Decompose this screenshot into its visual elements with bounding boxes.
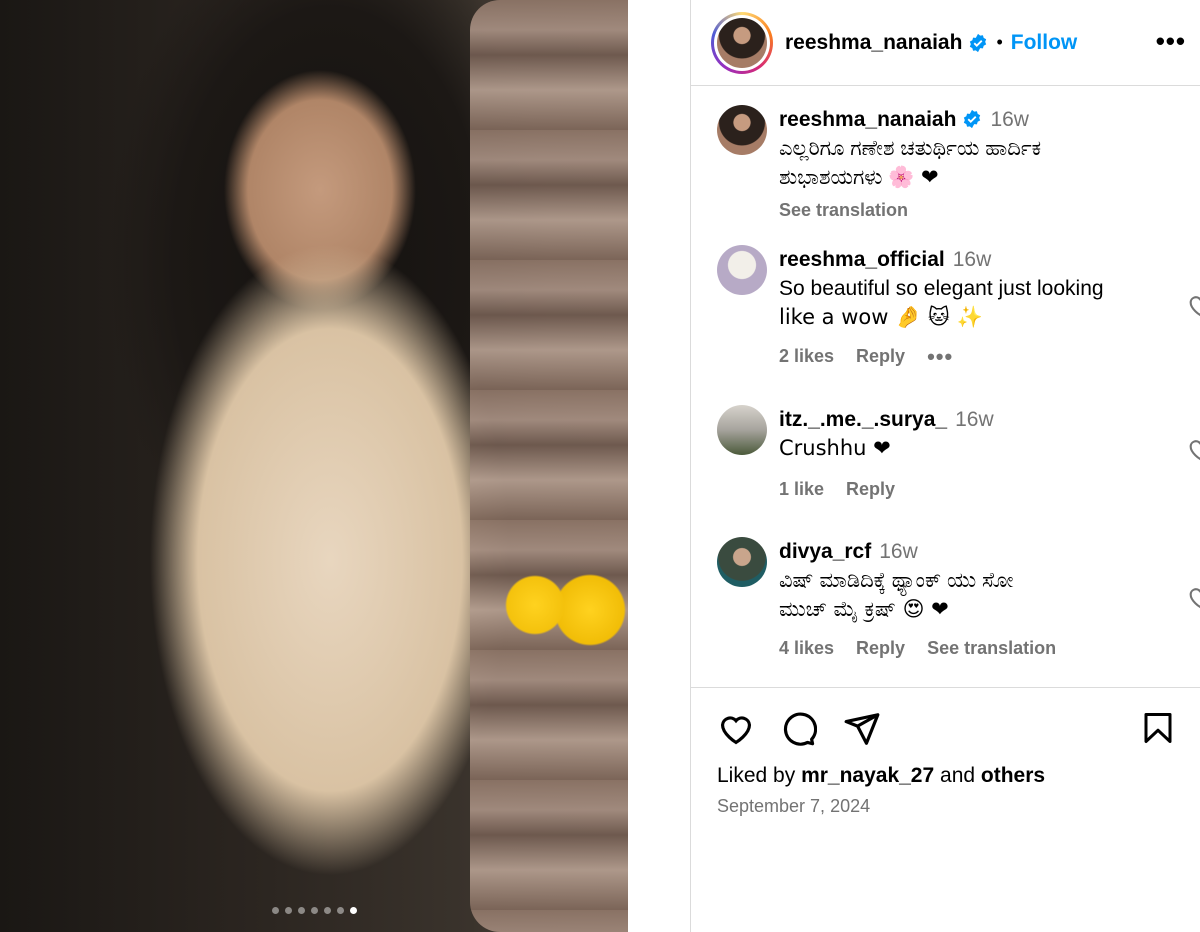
- comment-likes[interactable]: 2 likes: [779, 342, 834, 371]
- carousel-dot: [323, 907, 331, 914]
- comment-avatar[interactable]: [717, 245, 767, 295]
- caption-avatar[interactable]: [717, 105, 767, 155]
- carousel-dot: [336, 907, 344, 914]
- caption-time[interactable]: 16w: [990, 108, 1029, 131]
- liked-by-prefix: Liked by: [717, 764, 796, 787]
- carousel-dot-active: [349, 907, 357, 914]
- author-username[interactable]: reeshma_nanaiah: [785, 31, 962, 55]
- carousel-dot: [284, 907, 292, 914]
- verified-badge-icon: [964, 109, 981, 129]
- reply-button[interactable]: Reply: [856, 342, 905, 371]
- comment-text-line1: So beautiful so elegant just looking: [779, 277, 1104, 300]
- header-separator: •: [996, 32, 1003, 52]
- like-comment-heart-icon[interactable]: [1186, 291, 1200, 319]
- liked-by-and: and: [940, 764, 976, 787]
- caption-text-line2: ಶುಭಾಶಯಗಳು: [779, 166, 883, 189]
- caption-username[interactable]: reeshma_nanaiah: [779, 108, 956, 131]
- carousel-dot: [310, 907, 318, 914]
- comment-more-icon[interactable]: •••: [927, 342, 953, 371]
- comment-time[interactable]: 16w: [879, 540, 918, 563]
- post-header: reeshma_nanaiah • Follow •••: [691, 0, 1200, 86]
- post-date[interactable]: September 7, 2024: [717, 796, 870, 817]
- photo-flowers: [500, 560, 628, 670]
- liked-by-line: Liked by mr_nayak_27 and others: [717, 764, 1045, 788]
- caption-text-line1: ಎಲ್ಲರಿಗೂ ಗಣೇಶ ಚತುರ್ಥಿಯ ಹಾರ್ದಿಕ: [779, 137, 1042, 160]
- carousel-dot: [271, 907, 279, 914]
- carousel-indicator: [0, 907, 628, 914]
- reply-button[interactable]: Reply: [856, 634, 905, 663]
- post-side-panel: reeshma_nanaiah • Follow ••• reeshma_nan…: [690, 0, 1200, 932]
- comment-username[interactable]: divya_rcf: [779, 540, 871, 563]
- like-comment-heart-icon[interactable]: [1186, 435, 1200, 463]
- author-avatar[interactable]: [717, 17, 767, 68]
- comment-avatar[interactable]: [717, 405, 767, 455]
- comment-username[interactable]: reeshma_official: [779, 248, 945, 271]
- post-actions: Liked by mr_nayak_27 and others Septembe…: [691, 687, 1200, 932]
- comment-bubble-icon[interactable]: [779, 710, 817, 748]
- carousel-dot: [297, 907, 305, 914]
- liked-by-others[interactable]: others: [981, 764, 1045, 787]
- comment-username[interactable]: itz._.me._.surya_: [779, 408, 947, 431]
- comment-text-line1: ವಿಷ್ ಮಾಡಿದಿಕ್ಕೆ ಥ್ಯಾಂಕ್ ಯು ಸೋ: [779, 569, 1014, 592]
- reply-button[interactable]: Reply: [846, 475, 895, 504]
- comments-list[interactable]: reeshma_nanaiah 16w ಎಲ್ಲರಿಗೂ ಗಣೇಶ ಚತುರ್ಥಿ…: [691, 87, 1200, 687]
- caption-emoji: 🌸 ❤: [888, 165, 939, 189]
- like-comment-heart-icon[interactable]: [1186, 583, 1200, 611]
- comment-likes[interactable]: 4 likes: [779, 634, 834, 663]
- comment-text-line2: ಮುಚ್ ಮೈ ಕ್ರಷ್ 😍 ❤: [779, 597, 949, 621]
- comment-text-line1: Crushhu ❤: [779, 436, 891, 460]
- comment-text-line2: like a wow 🤌 🐱 ✨: [779, 305, 983, 329]
- photo-pillar: [470, 0, 628, 932]
- share-send-icon[interactable]: [843, 710, 881, 748]
- story-ring[interactable]: [711, 11, 773, 74]
- see-translation-link[interactable]: See translation: [779, 196, 1160, 225]
- comment-avatar[interactable]: [717, 537, 767, 587]
- comment-time[interactable]: 16w: [953, 248, 992, 271]
- follow-button[interactable]: Follow: [1011, 31, 1078, 55]
- verified-badge-icon: [970, 33, 987, 52]
- comment-time[interactable]: 16w: [955, 408, 994, 431]
- like-heart-icon[interactable]: [717, 710, 755, 748]
- see-translation-link[interactable]: See translation: [927, 634, 1056, 663]
- comment-likes[interactable]: 1 like: [779, 475, 824, 504]
- more-options-icon[interactable]: •••: [1156, 26, 1186, 57]
- liked-by-user[interactable]: mr_nayak_27: [801, 764, 934, 787]
- save-bookmark-icon[interactable]: [1140, 710, 1176, 746]
- post-media[interactable]: [0, 0, 628, 932]
